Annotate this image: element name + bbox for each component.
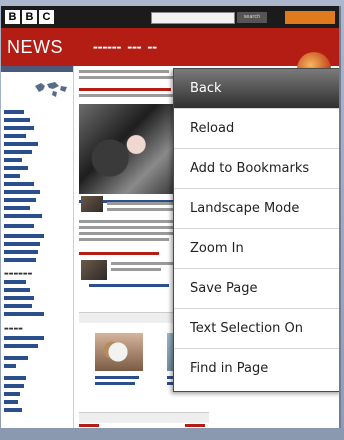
news-nav: ▬▬▬▬▬▬ ▬▬▬ ▬▬ — [93, 45, 157, 51]
feature-image-dog[interactable] — [95, 333, 143, 371]
features-section-bar — [79, 312, 183, 323]
logo-letter-b1: B — [5, 10, 20, 24]
logo-letter-b2: B — [22, 10, 37, 24]
logo-letter-c: C — [39, 10, 54, 24]
menu-item-find-in-page[interactable]: Find in Page — [174, 349, 339, 389]
browser-viewport[interactable]: B B C search NEWS ▬▬▬▬▬▬ ▬▬▬ ▬▬ ▬▬▬▬▬▬ ▬… — [1, 6, 341, 428]
menu-item-reload[interactable]: Reload — [174, 109, 339, 149]
bbc-logo[interactable]: B B C — [5, 10, 54, 24]
news-title[interactable]: NEWS — [7, 37, 63, 58]
story-thumbnail[interactable] — [81, 196, 103, 212]
search-input[interactable] — [151, 12, 235, 24]
around-world-section-bar — [79, 412, 209, 423]
menu-item-landscape-mode[interactable]: Landscape Mode — [174, 189, 339, 229]
world-map-icon — [35, 82, 67, 97]
menu-item-save-page[interactable]: Save Page — [174, 269, 339, 309]
hero-image[interactable] — [79, 104, 183, 194]
menu-item-add-to-bookmarks[interactable]: Add to Bookmarks — [174, 149, 339, 189]
sidebar-section-head: ▬▬▬▬▬▬ — [4, 271, 33, 277]
search-button[interactable]: search — [237, 12, 267, 23]
bbc-header-bar: B B C search — [1, 6, 339, 28]
device-bottom-bezel — [0, 428, 344, 440]
news-banner: NEWS ▬▬▬▬▬▬ ▬▬▬ ▬▬ — [1, 28, 339, 86]
sidebar-section-head: ▬▬▬▬ — [4, 326, 23, 332]
chevron-up-icon[interactable]: ⌃ — [301, 411, 325, 428]
device-frame: B B C search NEWS ▬▬▬▬▬▬ ▬▬▬ ▬▬ ▬▬▬▬▬▬ ▬… — [0, 0, 344, 440]
left-sidebar: ▬▬▬▬▬▬ ▬▬▬▬ — [1, 66, 74, 428]
menu-item-back[interactable]: Back — [174, 69, 339, 109]
browser-context-menu: Back Reload Add to Bookmarks Landscape M… — [173, 68, 339, 392]
promo-link[interactable] — [285, 11, 335, 24]
video-thumbnail[interactable] — [81, 260, 107, 280]
menu-item-text-selection-on[interactable]: Text Selection On — [174, 309, 339, 349]
nav-link[interactable]: ▬▬▬▬▬▬ — [93, 45, 121, 51]
nav-link[interactable]: ▬▬▬ — [127, 45, 141, 51]
menu-item-zoom-in[interactable]: Zoom In — [174, 229, 339, 269]
nav-link[interactable]: ▬▬ — [148, 45, 157, 51]
sidebar-topbar — [1, 66, 73, 72]
